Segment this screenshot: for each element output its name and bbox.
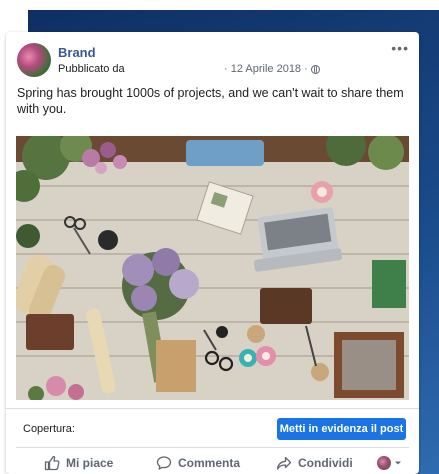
share-button[interactable]: Condividi — [276, 452, 353, 474]
like-button[interactable]: Mi piace — [44, 452, 113, 474]
published-by-label: Pubblicato da — [58, 63, 125, 75]
like-label: Mi piace — [66, 456, 114, 470]
footer-divider — [6, 408, 419, 409]
page-name-link[interactable]: Brand — [58, 45, 96, 60]
like-icon — [44, 455, 60, 471]
post-date[interactable]: · 12 Aprile 2018 · — [224, 63, 308, 75]
actions-divider — [16, 447, 409, 448]
post-card: Brand Pubblicato da · 12 Aprile 2018 · •… — [6, 32, 419, 474]
post-photo[interactable] — [16, 136, 409, 400]
post-meta: · 12 Aprile 2018 · — [224, 63, 320, 75]
comment-label: Commenta — [178, 456, 241, 470]
comment-icon — [156, 455, 172, 471]
page-avatar-icon — [377, 456, 391, 470]
coverage-label: Copertura: — [23, 423, 75, 435]
boost-post-button[interactable]: Metti in evidenza il post — [277, 418, 406, 440]
share-icon — [276, 455, 292, 471]
share-label: Condividi — [298, 456, 353, 470]
page-avatar[interactable] — [17, 43, 51, 77]
post-as-selector[interactable] — [377, 452, 402, 474]
more-options-icon[interactable]: ••• — [391, 40, 409, 56]
photo-illustration — [16, 136, 409, 400]
globe-icon[interactable] — [310, 64, 320, 74]
chevron-down-icon — [394, 459, 402, 467]
comment-button[interactable]: Commenta — [156, 452, 240, 474]
post-text: Spring has brought 1000s of projects, an… — [17, 86, 404, 116]
